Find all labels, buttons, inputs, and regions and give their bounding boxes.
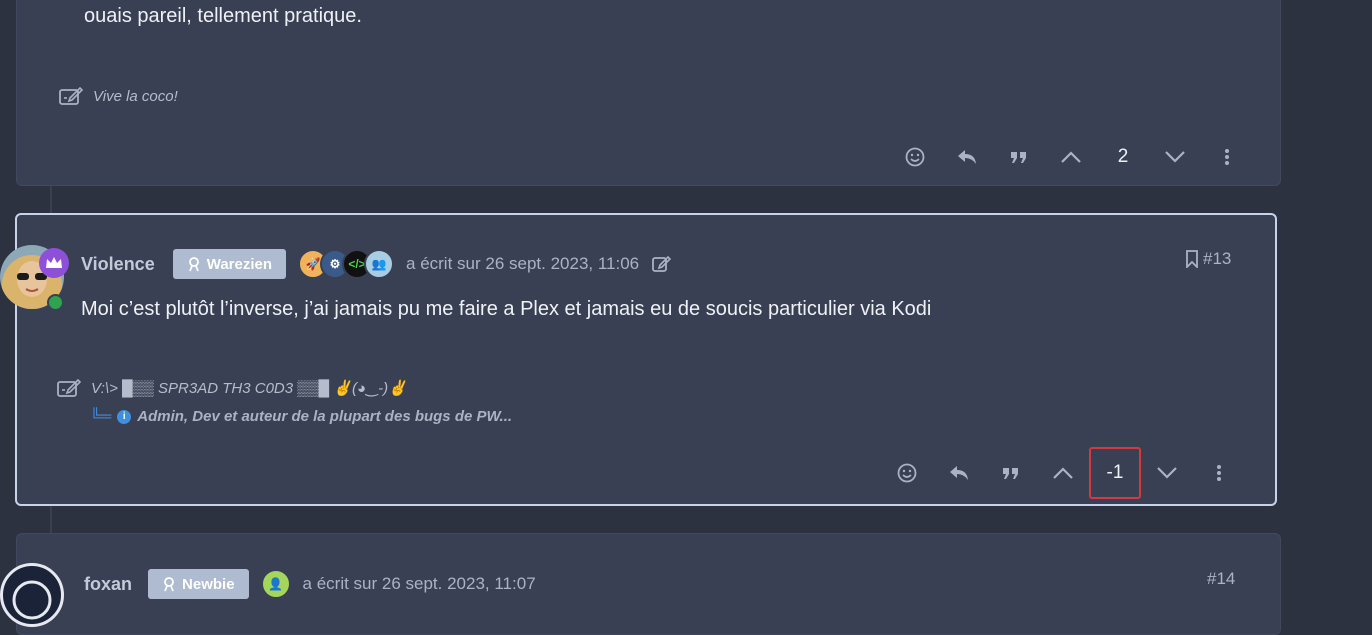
post-signature: Vive la coco! <box>59 86 178 106</box>
role-badge[interactable]: Warezien <box>172 249 287 279</box>
post-next: foxan Newbie 👤 a écrit sur 26 sept. 2023… <box>16 533 1281 635</box>
post-selected: Violence Warezien 🚀 ⚙ </> 👥 a écrit sur … <box>15 213 1277 506</box>
signature-text: V:\> █▒▒ SPR3AD TH3 C0D3 ▒▒█ ✌(◕‿-)✌ <box>91 380 407 397</box>
quote-button[interactable] <box>985 453 1037 493</box>
upvote-button[interactable] <box>1045 137 1097 177</box>
post-header: Violence Warezien 🚀 ⚙ </> 👥 a écrit sur … <box>81 249 672 279</box>
upvote-button[interactable] <box>1037 453 1089 493</box>
post-signature: V:\> █▒▒ SPR3AD TH3 C0D3 ▒▒█ ✌(◕‿-)✌ <box>57 378 407 398</box>
kebab-menu-icon <box>1217 465 1221 481</box>
smiley-icon <box>897 463 917 483</box>
sub-signature-text: Admin, Dev et auteur de la plupart des b… <box>137 408 513 425</box>
smiley-icon <box>905 147 925 167</box>
online-status-indicator <box>47 294 64 311</box>
post-previous: ouais pareil, tellement pratique. Vive l… <box>16 0 1281 186</box>
role-badge-label: Newbie <box>182 575 235 593</box>
crown-icon <box>39 248 69 278</box>
group-badges: 🚀 ⚙ </> 👥 <box>298 249 395 279</box>
edited-icon[interactable] <box>651 254 672 274</box>
signature-icon <box>59 86 83 105</box>
quote-button[interactable] <box>993 137 1045 177</box>
chevron-up-icon <box>1061 151 1081 163</box>
post-timestamp[interactable]: a écrit sur 26 sept. 2023, 11:06 <box>406 254 639 274</box>
user-badge-icon <box>164 577 174 592</box>
react-button[interactable] <box>881 453 933 493</box>
more-options-button[interactable] <box>1193 453 1245 493</box>
post-timestamp[interactable]: a écrit sur 26 sept. 2023, 11:07 <box>303 574 536 594</box>
post-actions: -1 <box>881 447 1245 499</box>
post-content: ouais pareil, tellement pratique. <box>84 5 362 27</box>
chevron-down-icon <box>1157 467 1177 479</box>
chevron-up-icon <box>1053 467 1073 479</box>
username[interactable]: Violence <box>81 254 155 275</box>
post-actions: 2 <box>889 131 1253 183</box>
vote-count[interactable]: -1 <box>1089 447 1141 499</box>
kebab-menu-icon <box>1225 149 1229 165</box>
avatar-image <box>12 580 52 620</box>
quote-icon <box>1003 468 1018 479</box>
user-badge-icon <box>188 257 199 272</box>
reply-icon <box>950 466 968 480</box>
bookmark-icon <box>1186 250 1198 268</box>
more-options-button[interactable] <box>1201 137 1253 177</box>
reply-icon <box>958 150 976 164</box>
signature-text: Vive la coco! <box>93 87 178 105</box>
post-number-link[interactable]: #14 <box>1207 569 1235 589</box>
avatar[interactable] <box>0 563 64 627</box>
quote-icon <box>1011 152 1026 163</box>
user-avatar-group <box>0 563 64 627</box>
reply-button[interactable] <box>941 137 993 177</box>
tree-connector: ╚═ <box>90 408 112 425</box>
user-avatar-group <box>0 245 69 311</box>
post-number-link[interactable]: #13 <box>1185 249 1231 269</box>
reply-button[interactable] <box>933 453 985 493</box>
downvote-button[interactable] <box>1141 453 1193 493</box>
signature-icon <box>57 378 81 397</box>
post-number: #14 <box>1207 569 1236 588</box>
post-number: #13 <box>1203 249 1232 268</box>
username[interactable]: foxan <box>84 574 132 595</box>
vote-count: 2 <box>1117 146 1129 167</box>
role-badge-label: Warezien <box>206 255 273 273</box>
post-sub-signature: ╚═ i Admin, Dev et auteur de la plupart … <box>90 408 512 425</box>
chevron-down-icon <box>1165 151 1185 163</box>
react-button[interactable] <box>889 137 941 177</box>
downvote-button[interactable] <box>1149 137 1201 177</box>
users-icon[interactable]: 👥 <box>364 249 395 279</box>
info-icon: i <box>117 409 132 424</box>
post-content: Moi c’est plutôt l’inverse, j’ai jamais … <box>81 298 932 320</box>
